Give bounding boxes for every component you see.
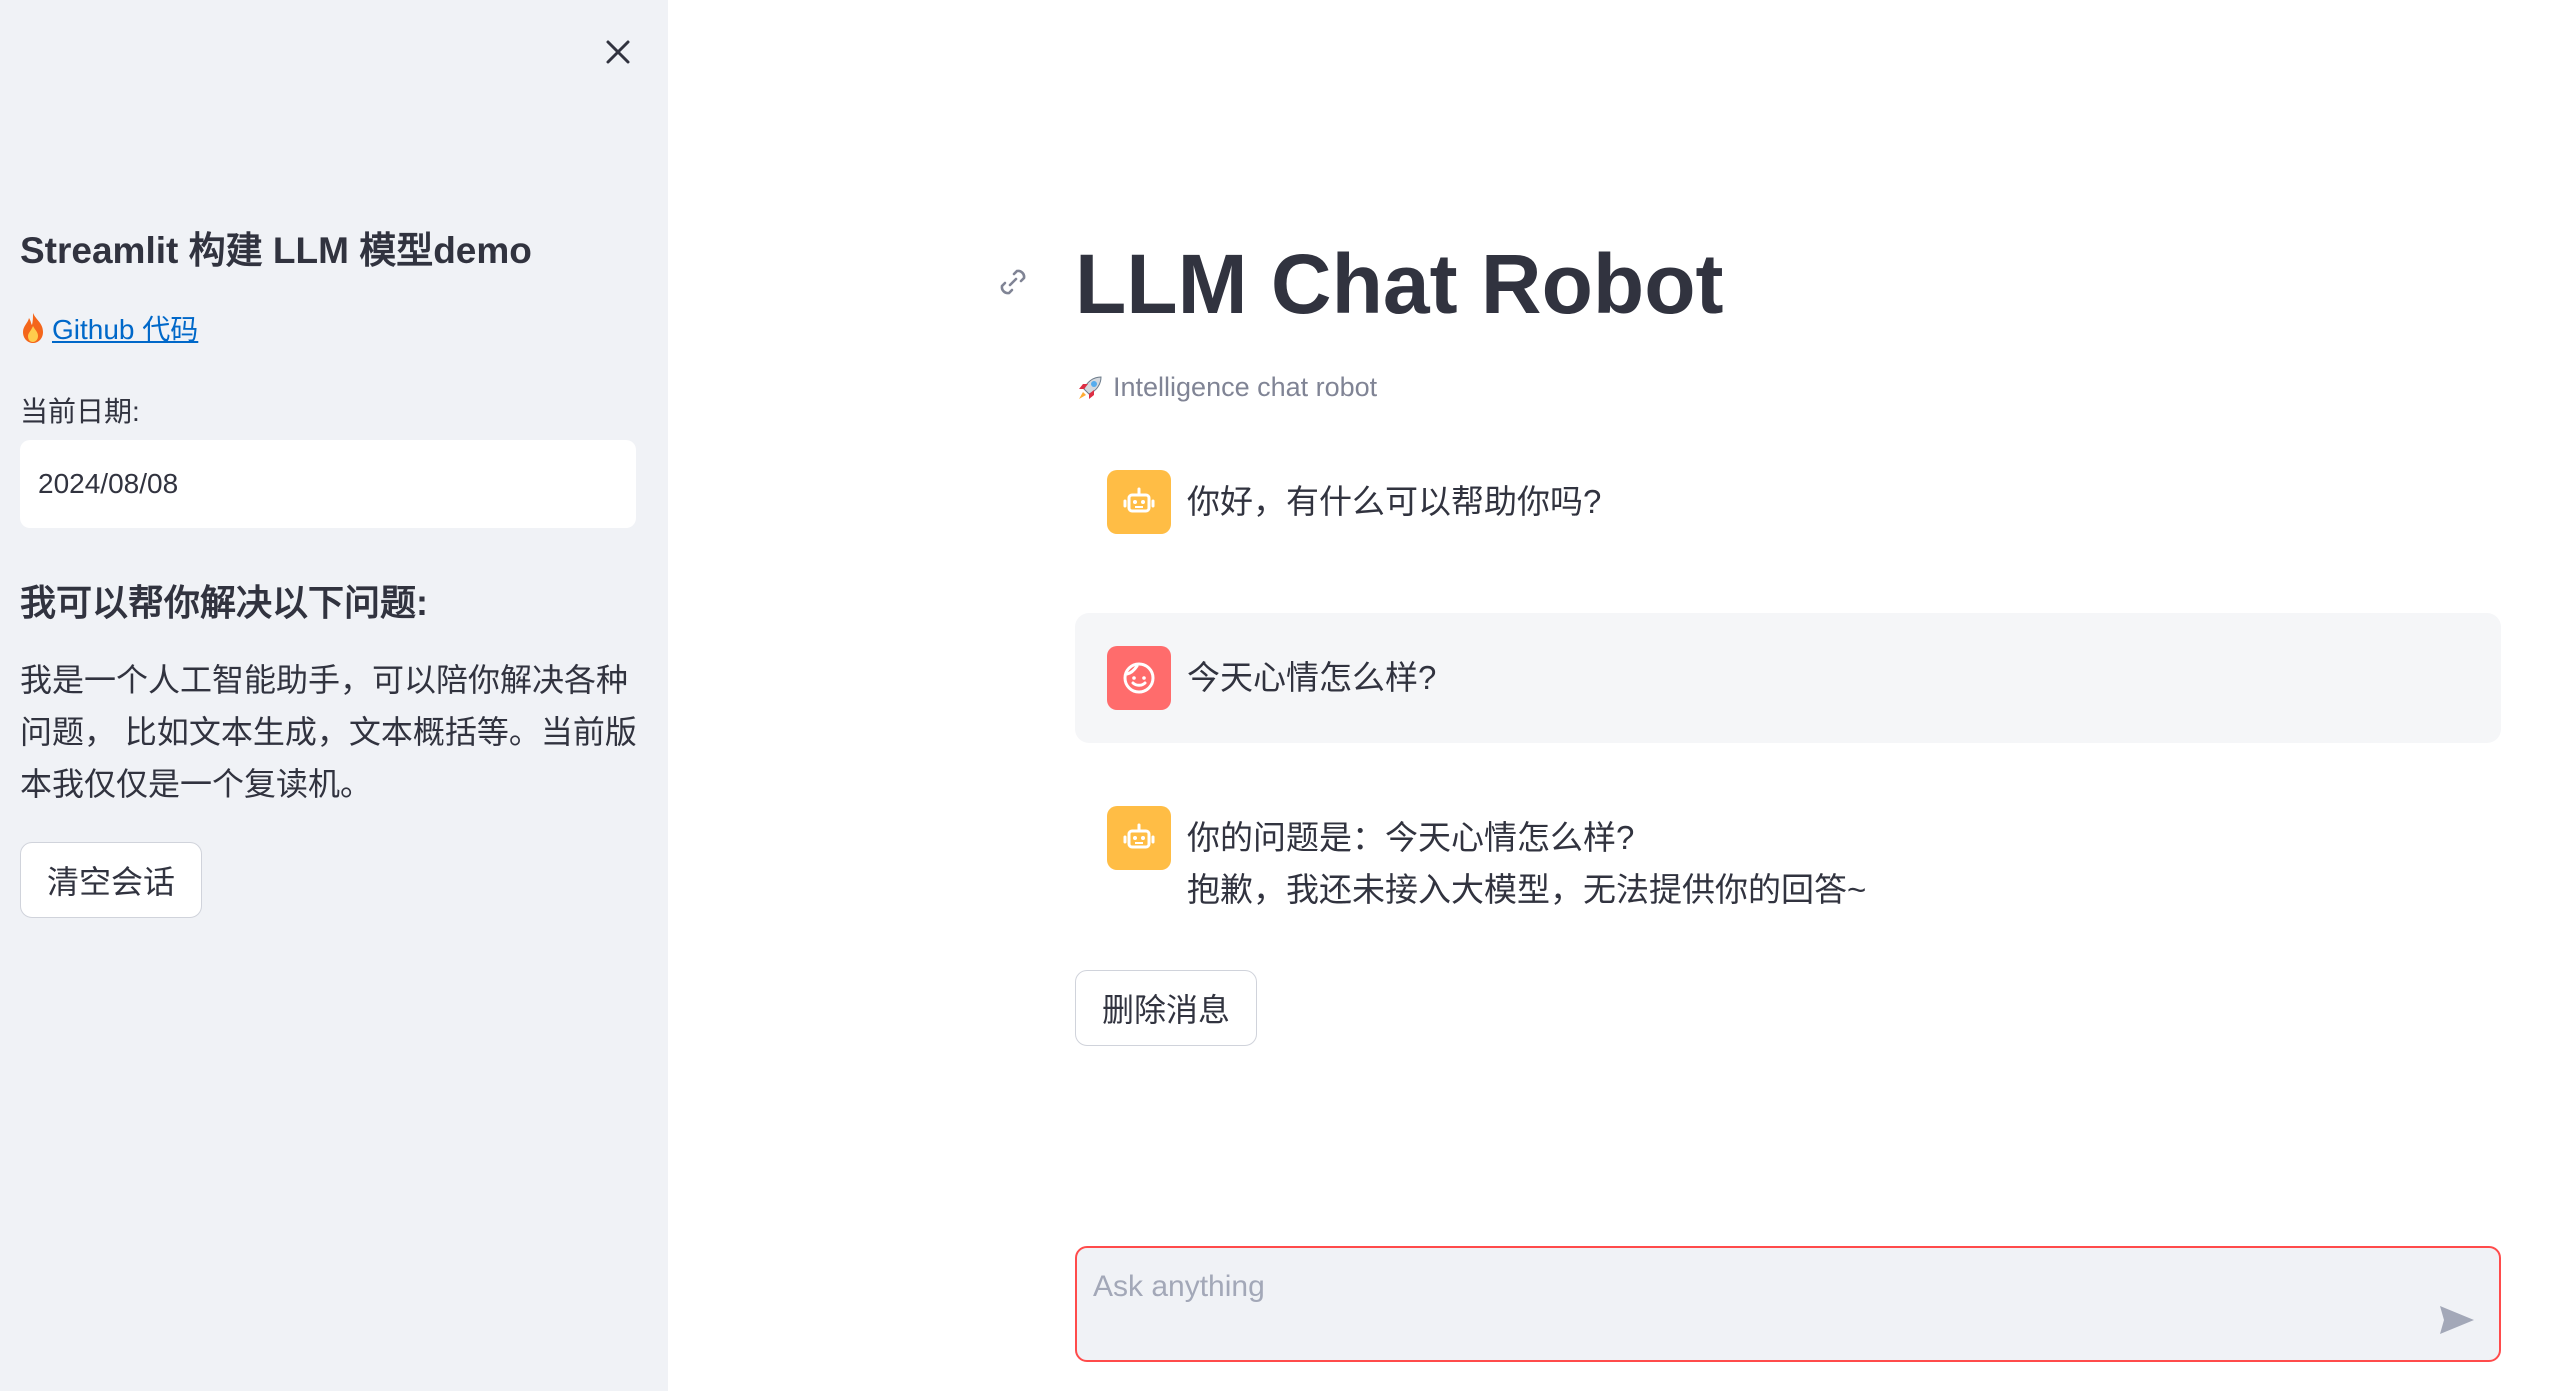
- page-title: LLM Chat Robot: [1075, 237, 1724, 331]
- sidebar: Streamlit 构建 LLM 模型demo Github 代码 当前日期: …: [0, 0, 668, 1391]
- message-line: 你的问题是：今天心情怎么样?: [1187, 819, 1635, 856]
- send-icon: [2440, 1306, 2474, 1334]
- bot-avatar: [1107, 470, 1171, 534]
- app-root: Streamlit 构建 LLM 模型demo Github 代码 当前日期: …: [0, 0, 2560, 1391]
- message-text: 你的问题是：今天心情怎么样? 抱歉，我还未接入大模型，无法提供你的回答~: [1187, 806, 1866, 916]
- github-link[interactable]: Github 代码: [52, 308, 198, 348]
- main-content: LLM Chat Robot Intelligence chat robot 你…: [668, 0, 2560, 1391]
- chat-message-assistant: 你的问题是：今天心情怎么样? 抱歉，我还未接入大模型，无法提供你的回答~: [1075, 806, 2501, 916]
- fire-icon: [23, 313, 43, 343]
- date-input[interactable]: 2024/08/08: [20, 440, 636, 528]
- message-text: 你好，有什么可以帮助你吗?: [1187, 483, 1602, 520]
- chat-message-user: 今天心情怎么样?: [1075, 613, 2501, 743]
- close-sidebar-button[interactable]: [596, 30, 640, 74]
- user-avatar: [1107, 646, 1171, 710]
- help-heading: 我可以帮你解决以下问题:: [20, 582, 428, 623]
- message-line: 抱歉，我还未接入大模型，无法提供你的回答~: [1187, 871, 1867, 908]
- bot-icon: [1123, 823, 1155, 849]
- chat-input[interactable]: [1093, 1262, 2393, 1312]
- caption-text: Intelligence chat robot: [1113, 372, 1378, 402]
- close-icon: [606, 40, 630, 64]
- user-face-icon: [1123, 662, 1155, 694]
- chat-input-container: [1075, 1246, 2501, 1362]
- page-caption: Intelligence chat robot: [1075, 372, 1377, 403]
- help-description: 我是一个人工智能助手，可以陪你解决各种问题， 比如文本生成，文本概括等。当前版本…: [20, 662, 637, 802]
- rocket-icon: [1079, 375, 1102, 399]
- link-icon[interactable]: [993, 262, 1033, 302]
- send-button[interactable]: [2435, 1298, 2479, 1342]
- date-label: 当前日期:: [20, 396, 140, 427]
- bot-avatar: [1107, 806, 1171, 870]
- clear-conversation-button[interactable]: 清空会话: [20, 842, 202, 918]
- chat-message-assistant: 你好，有什么可以帮助你吗?: [1075, 470, 2501, 550]
- github-link-row: Github 代码: [20, 308, 198, 348]
- bot-icon: [1123, 487, 1155, 513]
- delete-message-button[interactable]: 删除消息: [1075, 970, 1257, 1046]
- sidebar-title: Streamlit 构建 LLM 模型demo: [20, 230, 532, 271]
- message-text: 今天心情怎么样?: [1187, 659, 1437, 696]
